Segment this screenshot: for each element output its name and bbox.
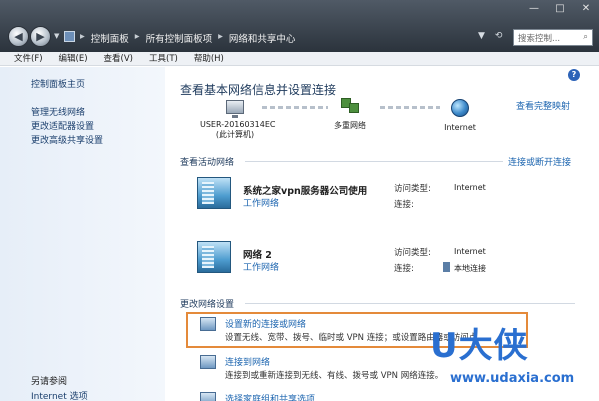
breadcrumb-all-items[interactable]: 所有控制面板项 — [146, 31, 213, 45]
window-controls: — □ ✕ — [527, 3, 593, 14]
help-icon[interactable]: ? — [568, 69, 580, 81]
left-pane: 控制面板主页 管理无线网络 更改适配器设置 更改高级共享设置 另请参阅 Inte… — [0, 67, 165, 401]
forward-button[interactable]: ▶ — [30, 26, 51, 47]
watermark-url: www.udaxia.com — [450, 371, 575, 386]
homegroup-icon — [200, 392, 216, 401]
breadcrumb-separator: ▸ — [134, 31, 140, 42]
computer-name: USER-20160314EC — [200, 120, 276, 129]
watermark-logo: U大侠 — [430, 326, 529, 366]
multiple-networks-icon — [339, 98, 361, 114]
change-settings-heading: 更改网络设置 — [180, 300, 235, 310]
map-internet: Internet — [438, 99, 482, 132]
internet-label: Internet — [444, 123, 476, 132]
access-type-value: Internet — [454, 183, 486, 192]
access-type-label: 访问类型: — [394, 248, 431, 258]
breadcrumb-control-panel[interactable]: 控制面板 — [91, 31, 129, 45]
search-icon[interactable]: ⌕ — [583, 32, 588, 43]
computer-sub: (此计算机) — [215, 130, 255, 139]
network-icon — [197, 177, 231, 209]
search-input[interactable]: 搜索控制... ⌕ — [513, 29, 593, 46]
see-also-heading: 另请参阅 — [31, 377, 68, 387]
globe-icon — [451, 99, 469, 117]
maximize-button[interactable]: □ — [553, 3, 567, 14]
connection-label: 连接: — [394, 200, 414, 210]
menu-tools[interactable]: 工具(T) — [149, 52, 178, 65]
new-connection-icon — [200, 317, 216, 331]
view-full-map-link[interactable]: 查看完整映射 — [516, 99, 570, 112]
active-networks-heading: 查看活动网络 — [180, 158, 235, 168]
breadcrumb-separator: ▸ — [218, 31, 223, 42]
chevron-down-icon[interactable]: ▼ — [54, 32, 59, 40]
title-bar: — □ ✕ ◀ ▶ ▼ ▸ 控制面板 ▸ 所有控制面板项 ▸ 网络和共享中心 ▼… — [0, 0, 599, 52]
connect-disconnect-link[interactable]: 连接或断开连接 — [508, 155, 571, 168]
menu-edit[interactable]: 编辑(E) — [59, 52, 88, 65]
map-multiple-networks: 多重网络 — [325, 98, 375, 131]
network-type-link[interactable]: 工作网络 — [243, 196, 279, 209]
divider — [245, 303, 575, 304]
map-connector — [262, 106, 328, 109]
network-name: 系统之家vpn服务器公司使用 — [243, 186, 368, 197]
menu-help[interactable]: 帮助(H) — [194, 52, 224, 65]
map-computer: USER-20160314EC (此计算机) — [200, 100, 276, 140]
search-placeholder: 搜索控制... — [518, 34, 561, 44]
task-description: 连接到或重新连接到无线、有线、拨号或 VPN 网络连接。 — [225, 371, 444, 381]
map-connector — [380, 106, 440, 109]
address-actions: ▼ ⟲ — [478, 31, 502, 41]
breadcrumb-separator: ▸ — [80, 31, 85, 42]
sidebar-item-manage-wireless[interactable]: 管理无线网络 — [31, 105, 85, 118]
sidebar-item-adapter-settings[interactable]: 更改适配器设置 — [31, 119, 94, 132]
connect-network-icon — [200, 355, 216, 369]
close-button[interactable]: ✕ — [579, 3, 593, 14]
access-type-value: Internet — [454, 247, 486, 256]
back-button[interactable]: ◀ — [8, 26, 29, 47]
network-icon — [197, 241, 231, 273]
internet-options-link[interactable]: Internet 选项 — [31, 389, 88, 401]
breadcrumb: ▸ 控制面板 ▸ 所有控制面板项 ▸ 网络和共享中心 — [80, 31, 295, 45]
setup-new-connection-link[interactable]: 设置新的连接或网络 — [225, 317, 306, 330]
dropdown-arrow-icon[interactable]: ▼ — [478, 31, 485, 41]
network-type-link[interactable]: 工作网络 — [243, 260, 279, 273]
page-title: 查看基本网络信息并设置连接 — [180, 83, 337, 97]
homegroup-link[interactable]: 选择家庭组和共享选项 — [225, 392, 315, 401]
menu-file[interactable]: 文件(F) — [14, 52, 43, 65]
refresh-icon[interactable]: ⟲ — [495, 31, 503, 41]
connection-label: 连接: — [394, 264, 414, 274]
address-row: ◀ ▶ ▼ ▸ 控制面板 ▸ 所有控制面板项 ▸ 网络和共享中心 ▼ ⟲ 搜索控… — [0, 22, 599, 52]
divider — [245, 161, 503, 162]
menu-bar: 文件(F) 编辑(E) 查看(V) 工具(T) 帮助(H) — [0, 52, 599, 66]
access-type-label: 访问类型: — [394, 184, 431, 194]
minimize-button[interactable]: — — [527, 3, 541, 14]
menu-view[interactable]: 查看(V) — [104, 52, 133, 65]
sidebar-item-advanced-sharing[interactable]: 更改高级共享设置 — [31, 133, 103, 146]
computer-icon — [226, 100, 244, 118]
local-connection-link[interactable]: 本地连接 — [443, 262, 486, 274]
multiple-networks-label: 多重网络 — [334, 121, 366, 130]
control-panel-icon — [64, 31, 75, 42]
network-name: 网络 2 — [243, 250, 272, 261]
local-connection-label: 本地连接 — [454, 264, 486, 273]
sidebar-home-link[interactable]: 控制面板主页 — [31, 77, 85, 90]
breadcrumb-network-center[interactable]: 网络和共享中心 — [229, 31, 296, 45]
connect-to-network-link[interactable]: 连接到网络 — [225, 355, 270, 368]
lan-icon — [443, 262, 450, 272]
